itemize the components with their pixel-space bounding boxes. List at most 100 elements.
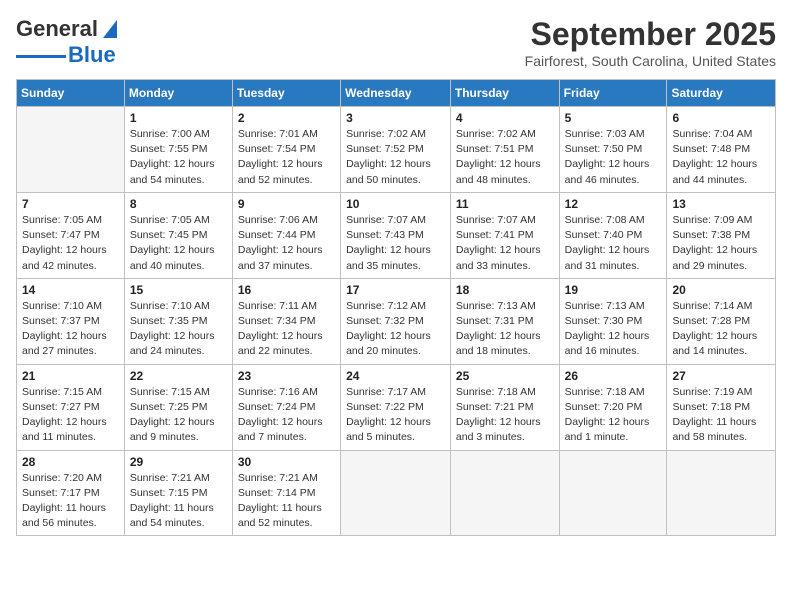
calendar-cell: 29 Sunrise: 7:21 AM Sunset: 7:15 PM Dayli… xyxy=(124,450,232,536)
calendar-cell: 14 Sunrise: 7:10 AM Sunset: 7:37 PM Dayli… xyxy=(17,278,125,364)
day-number: 28 xyxy=(22,455,119,469)
day-info: Sunrise: 7:05 AM Sunset: 7:47 PM Dayligh… xyxy=(22,213,119,274)
day-info: Sunrise: 7:21 AM Sunset: 7:14 PM Dayligh… xyxy=(238,471,335,532)
day-number: 24 xyxy=(346,369,445,383)
calendar-cell: 13 Sunrise: 7:09 AM Sunset: 7:38 PM Dayli… xyxy=(667,192,776,278)
day-info: Sunrise: 7:03 AM Sunset: 7:50 PM Dayligh… xyxy=(565,127,662,188)
calendar-cell: 30 Sunrise: 7:21 AM Sunset: 7:14 PM Dayli… xyxy=(232,450,340,536)
day-number: 19 xyxy=(565,283,662,297)
calendar-cell: 15 Sunrise: 7:10 AM Sunset: 7:35 PM Dayli… xyxy=(124,278,232,364)
day-info: Sunrise: 7:09 AM Sunset: 7:38 PM Dayligh… xyxy=(672,213,770,274)
logo-underline xyxy=(16,55,66,58)
day-info: Sunrise: 7:12 AM Sunset: 7:32 PM Dayligh… xyxy=(346,299,445,360)
day-number: 26 xyxy=(565,369,662,383)
subtitle: Fairforest, South Carolina, United State… xyxy=(525,53,776,69)
calendar-cell: 7Sunrise: 7:05 AM Sunset: 7:47 PM Daylig… xyxy=(17,192,125,278)
calendar-cell xyxy=(667,450,776,536)
day-number: 15 xyxy=(130,283,227,297)
weekday-header-monday: Monday xyxy=(124,80,232,107)
calendar-cell: 22 Sunrise: 7:15 AM Sunset: 7:25 PM Dayli… xyxy=(124,364,232,450)
day-number: 11 xyxy=(456,197,554,211)
day-info: Sunrise: 7:21 AM Sunset: 7:15 PM Dayligh… xyxy=(130,471,227,532)
day-number: 29 xyxy=(130,455,227,469)
day-info: Sunrise: 7:01 AM Sunset: 7:54 PM Dayligh… xyxy=(238,127,335,188)
calendar-cell: 4 Sunrise: 7:02 AM Sunset: 7:51 PM Daylig… xyxy=(450,107,559,193)
day-info: Sunrise: 7:07 AM Sunset: 7:41 PM Dayligh… xyxy=(456,213,554,274)
weekday-header-tuesday: Tuesday xyxy=(232,80,340,107)
logo-triangle-icon xyxy=(103,20,117,38)
calendar-cell: 12Sunrise: 7:08 AM Sunset: 7:40 PM Dayli… xyxy=(559,192,667,278)
weekday-header-saturday: Saturday xyxy=(667,80,776,107)
day-info: Sunrise: 7:16 AM Sunset: 7:24 PM Dayligh… xyxy=(238,385,335,446)
calendar-cell: 26Sunrise: 7:18 AM Sunset: 7:20 PM Dayli… xyxy=(559,364,667,450)
day-number: 20 xyxy=(672,283,770,297)
calendar-cell: 16Sunrise: 7:11 AM Sunset: 7:34 PM Dayli… xyxy=(232,278,340,364)
calendar-cell: 24 Sunrise: 7:17 AM Sunset: 7:22 PM Dayli… xyxy=(341,364,451,450)
calendar-week-row: 28 Sunrise: 7:20 AM Sunset: 7:17 PM Dayli… xyxy=(17,450,776,536)
logo-general-text: General xyxy=(16,16,98,42)
calendar-cell xyxy=(450,450,559,536)
day-number: 14 xyxy=(22,283,119,297)
calendar-cell: 25 Sunrise: 7:18 AM Sunset: 7:21 PM Dayli… xyxy=(450,364,559,450)
day-number: 21 xyxy=(22,369,119,383)
calendar-cell xyxy=(341,450,451,536)
calendar-cell: 3 Sunrise: 7:02 AM Sunset: 7:52 PM Daylig… xyxy=(341,107,451,193)
day-info: Sunrise: 7:13 AM Sunset: 7:30 PM Dayligh… xyxy=(565,299,662,360)
day-number: 6 xyxy=(672,111,770,125)
day-info: Sunrise: 7:14 AM Sunset: 7:28 PM Dayligh… xyxy=(672,299,770,360)
calendar-cell xyxy=(17,107,125,193)
calendar-table: SundayMondayTuesdayWednesdayThursdayFrid… xyxy=(16,79,776,536)
day-number: 2 xyxy=(238,111,335,125)
day-number: 10 xyxy=(346,197,445,211)
weekday-header-thursday: Thursday xyxy=(450,80,559,107)
calendar-week-row: 1Sunrise: 7:00 AM Sunset: 7:55 PM Daylig… xyxy=(17,107,776,193)
calendar-cell: 18Sunrise: 7:13 AM Sunset: 7:31 PM Dayli… xyxy=(450,278,559,364)
weekday-header-friday: Friday xyxy=(559,80,667,107)
day-info: Sunrise: 7:15 AM Sunset: 7:25 PM Dayligh… xyxy=(130,385,227,446)
day-info: Sunrise: 7:02 AM Sunset: 7:51 PM Dayligh… xyxy=(456,127,554,188)
calendar-cell: 10 Sunrise: 7:07 AM Sunset: 7:43 PM Dayli… xyxy=(341,192,451,278)
calendar-cell: 21 Sunrise: 7:15 AM Sunset: 7:27 PM Dayli… xyxy=(17,364,125,450)
day-number: 17 xyxy=(346,283,445,297)
calendar-cell xyxy=(559,450,667,536)
calendar-header-row: SundayMondayTuesdayWednesdayThursdayFrid… xyxy=(17,80,776,107)
day-info: Sunrise: 7:07 AM Sunset: 7:43 PM Dayligh… xyxy=(346,213,445,274)
calendar-cell: 20 Sunrise: 7:14 AM Sunset: 7:28 PM Dayli… xyxy=(667,278,776,364)
calendar-week-row: 14 Sunrise: 7:10 AM Sunset: 7:37 PM Dayli… xyxy=(17,278,776,364)
day-number: 4 xyxy=(456,111,554,125)
calendar-cell: 11 Sunrise: 7:07 AM Sunset: 7:41 PM Dayli… xyxy=(450,192,559,278)
day-info: Sunrise: 7:10 AM Sunset: 7:37 PM Dayligh… xyxy=(22,299,119,360)
day-number: 9 xyxy=(238,197,335,211)
calendar-cell: 17 Sunrise: 7:12 AM Sunset: 7:32 PM Dayli… xyxy=(341,278,451,364)
day-info: Sunrise: 7:17 AM Sunset: 7:22 PM Dayligh… xyxy=(346,385,445,446)
title-area: September 2025 Fairforest, South Carolin… xyxy=(525,16,776,69)
day-info: Sunrise: 7:10 AM Sunset: 7:35 PM Dayligh… xyxy=(130,299,227,360)
day-info: Sunrise: 7:19 AM Sunset: 7:18 PM Dayligh… xyxy=(672,385,770,446)
day-info: Sunrise: 7:15 AM Sunset: 7:27 PM Dayligh… xyxy=(22,385,119,446)
day-number: 23 xyxy=(238,369,335,383)
day-number: 22 xyxy=(130,369,227,383)
day-number: 25 xyxy=(456,369,554,383)
calendar-cell: 27 Sunrise: 7:19 AM Sunset: 7:18 PM Dayli… xyxy=(667,364,776,450)
calendar-cell: 23 Sunrise: 7:16 AM Sunset: 7:24 PM Dayli… xyxy=(232,364,340,450)
day-number: 12 xyxy=(565,197,662,211)
day-info: Sunrise: 7:02 AM Sunset: 7:52 PM Dayligh… xyxy=(346,127,445,188)
calendar-week-row: 21 Sunrise: 7:15 AM Sunset: 7:27 PM Dayli… xyxy=(17,364,776,450)
calendar-cell: 5 Sunrise: 7:03 AM Sunset: 7:50 PM Daylig… xyxy=(559,107,667,193)
calendar-cell: 2 Sunrise: 7:01 AM Sunset: 7:54 PM Daylig… xyxy=(232,107,340,193)
day-info: Sunrise: 7:00 AM Sunset: 7:55 PM Dayligh… xyxy=(130,127,227,188)
calendar-week-row: 7Sunrise: 7:05 AM Sunset: 7:47 PM Daylig… xyxy=(17,192,776,278)
day-info: Sunrise: 7:13 AM Sunset: 7:31 PM Dayligh… xyxy=(456,299,554,360)
day-info: Sunrise: 7:20 AM Sunset: 7:17 PM Dayligh… xyxy=(22,471,119,532)
month-title: September 2025 xyxy=(525,16,776,53)
day-number: 3 xyxy=(346,111,445,125)
day-number: 5 xyxy=(565,111,662,125)
day-info: Sunrise: 7:06 AM Sunset: 7:44 PM Dayligh… xyxy=(238,213,335,274)
day-number: 8 xyxy=(130,197,227,211)
weekday-header-wednesday: Wednesday xyxy=(341,80,451,107)
day-number: 13 xyxy=(672,197,770,211)
day-number: 27 xyxy=(672,369,770,383)
day-info: Sunrise: 7:18 AM Sunset: 7:21 PM Dayligh… xyxy=(456,385,554,446)
calendar-cell: 19 Sunrise: 7:13 AM Sunset: 7:30 PM Dayli… xyxy=(559,278,667,364)
day-number: 30 xyxy=(238,455,335,469)
